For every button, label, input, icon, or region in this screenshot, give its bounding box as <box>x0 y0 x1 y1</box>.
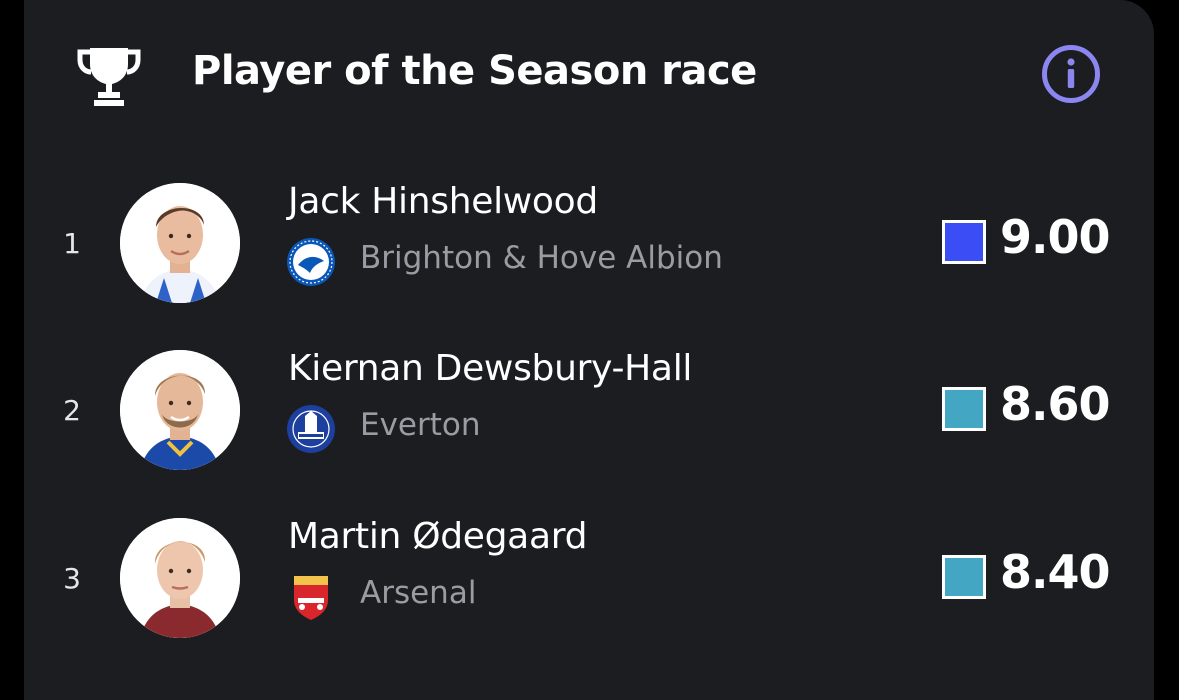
rank-number: 3 <box>63 561 81 595</box>
player-avatar <box>120 183 240 303</box>
player-name: Kiernan Dewsbury-Hall <box>288 348 693 389</box>
player-name: Jack Hinshelwood <box>288 181 598 222</box>
rank-number: 2 <box>63 393 81 427</box>
player-rating: 9.00 <box>1000 210 1110 264</box>
card-title: Player of the Season race <box>192 48 757 94</box>
player-rating: 8.60 <box>1000 377 1110 431</box>
trophy-icon <box>77 48 141 106</box>
brighton-crest-icon <box>286 237 336 287</box>
rating-color-swatch <box>942 555 986 599</box>
player-row-1[interactable]: 1 Jack Hinshelwood Brighton & Hove Albio… <box>24 168 1154 318</box>
everton-crest-icon <box>286 404 336 454</box>
player-avatar <box>120 518 240 638</box>
player-row-2[interactable]: 2 Kiernan Dewsbury-Hall Everton 8.60 <box>24 335 1154 485</box>
club-name: Brighton & Hove Albion <box>360 240 723 276</box>
player-row-3[interactable]: 3 Martin Ødegaard Arsenal 8.40 <box>24 503 1154 653</box>
player-rating: 8.40 <box>1000 545 1110 599</box>
player-avatar <box>120 350 240 470</box>
info-icon[interactable] <box>1041 44 1101 104</box>
club-name: Everton <box>360 407 481 443</box>
rating-color-swatch <box>942 387 986 431</box>
card-header: Player of the Season race <box>24 0 1154 150</box>
player-name: Martin Ødegaard <box>288 516 588 557</box>
arsenal-crest-icon <box>286 572 336 622</box>
player-of-season-card: Player of the Season race 1 Jack Hinshel… <box>24 0 1154 700</box>
rating-color-swatch <box>942 220 986 264</box>
club-name: Arsenal <box>360 575 477 611</box>
rank-number: 1 <box>63 226 81 260</box>
